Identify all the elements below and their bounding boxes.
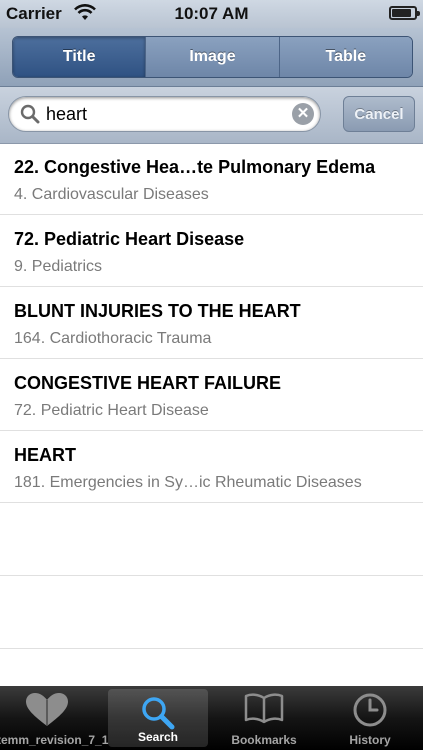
tab-temm-revision[interactable]: temm_revision_7_1: [0, 686, 109, 750]
result-title: 22. Congestive Hea…te Pulmonary Edema: [14, 157, 376, 177]
status-bar: Carrier 10:07 AM: [0, 0, 423, 28]
empty-row: [0, 649, 423, 686]
segment-table[interactable]: Table: [278, 37, 412, 77]
clear-icon[interactable]: ✕: [292, 103, 314, 125]
book-icon: [244, 693, 284, 724]
tab-label: Bookmarks: [231, 733, 297, 747]
result-title: BLUNT INJURIES TO THE HEART: [14, 301, 301, 321]
search-input-value: heart: [46, 104, 88, 124]
result-title: HEART: [14, 445, 76, 465]
tab-search[interactable]: Search: [108, 689, 208, 747]
tab-bookmarks[interactable]: Bookmarks: [214, 686, 314, 750]
tab-label: History: [349, 733, 391, 747]
list-item[interactable]: CONGESTIVE HEART FAILURE 72. Pediatric H…: [0, 359, 423, 431]
list-item[interactable]: HEART 181. Emergencies in Sy…ic Rheumati…: [0, 431, 423, 503]
search-results-list: 22. Congestive Hea…te Pulmonary Edema 4.…: [0, 143, 423, 686]
result-subtitle: 72. Pediatric Heart Disease: [14, 402, 209, 419]
cancel-button[interactable]: Cancel: [343, 96, 415, 132]
list-item[interactable]: 72. Pediatric Heart Disease 9. Pediatric…: [0, 215, 423, 287]
result-subtitle: 9. Pediatrics: [14, 258, 103, 275]
empty-row: [0, 503, 423, 576]
result-subtitle: 181. Emergencies in Sy…ic Rheumatic Dise…: [14, 474, 362, 491]
result-title: 72. Pediatric Heart Disease: [14, 229, 245, 249]
tab-history[interactable]: History: [320, 686, 420, 750]
battery-fill: [392, 9, 411, 17]
tab-bar: temm_revision_7_1 Search Bookmarks Histo…: [0, 686, 423, 750]
search-scope-segmented-control: Title Image Table: [12, 36, 413, 78]
empty-row: [0, 576, 423, 649]
clock-icon: [353, 693, 387, 727]
scope-bar: Title Image Table: [0, 28, 423, 87]
heart-icon: [26, 693, 68, 726]
result-subtitle: 4. Cardiovascular Diseases: [14, 186, 209, 203]
battery-icon: [389, 6, 420, 20]
list-item[interactable]: BLUNT INJURIES TO THE HEART 164. Cardiot…: [0, 287, 423, 359]
clock-time: 10:07 AM: [174, 4, 249, 23]
search-icon: [20, 104, 40, 124]
segment-title[interactable]: Title: [13, 37, 146, 77]
list-item[interactable]: 22. Congestive Hea…te Pulmonary Edema 4.…: [0, 143, 423, 215]
tab-label: Search: [137, 730, 179, 744]
result-title: CONGESTIVE HEART FAILURE: [14, 373, 282, 393]
search-icon: [142, 697, 175, 730]
tab-label: temm_revision_7_1: [0, 733, 109, 747]
search-bar: heart ✕ Cancel: [0, 87, 423, 144]
segment-image[interactable]: Image: [145, 37, 279, 77]
result-subtitle: 164. Cardiothoracic Trauma: [14, 330, 212, 347]
search-input[interactable]: heart ✕: [8, 96, 321, 132]
